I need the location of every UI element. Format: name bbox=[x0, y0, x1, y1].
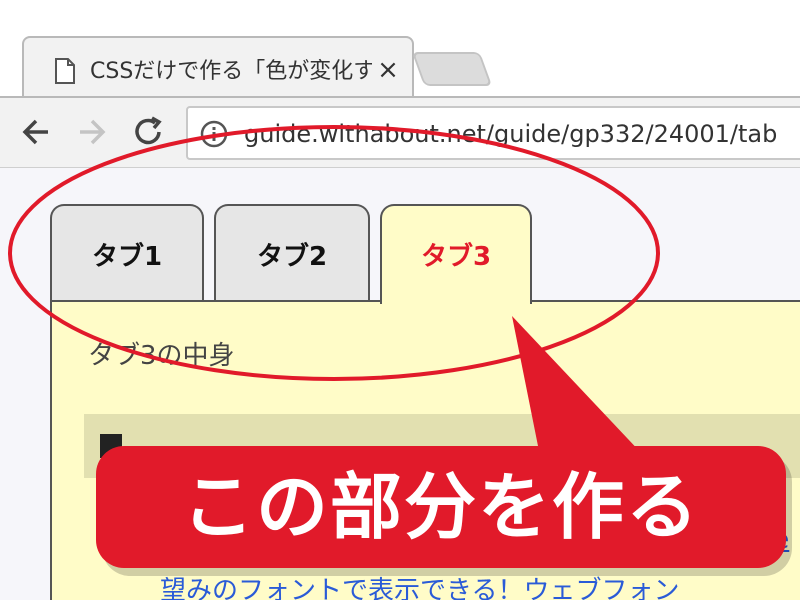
callout-text: この部分を作る bbox=[181, 465, 700, 549]
annotation-overlay: この部分を作る bbox=[0, 0, 800, 600]
